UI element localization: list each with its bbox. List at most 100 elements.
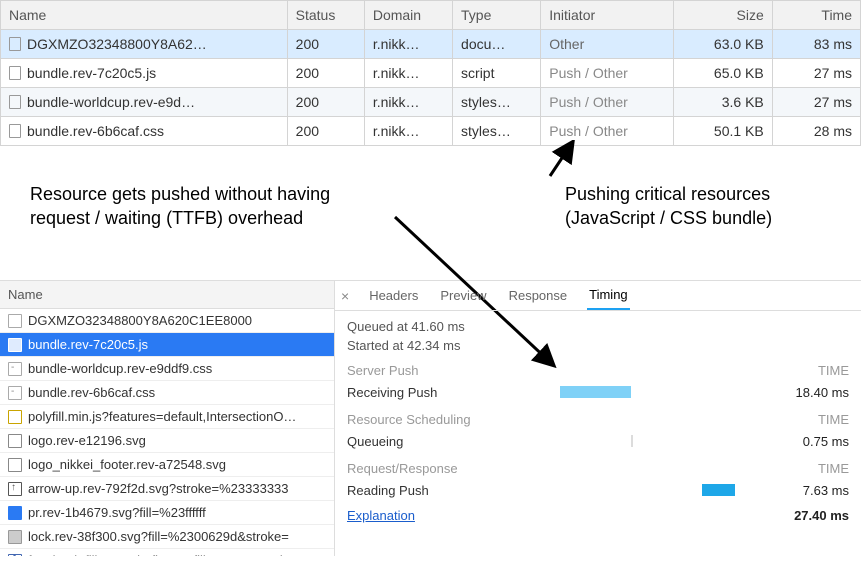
list-item[interactable]: bundle.rev-6b6caf.css (0, 381, 334, 405)
list-item[interactable]: pr.rev-1b4679.svg?fill=%23ffffff (0, 501, 334, 525)
timing-section: Resource SchedulingTIMEQueueing0.75 ms (347, 412, 849, 451)
fb-icon (8, 554, 22, 557)
list-item-label: bundle.rev-7c20c5.js (28, 337, 148, 352)
tabs: × Headers Preview Response Timing (335, 281, 861, 311)
css-icon (8, 362, 22, 376)
list-item[interactable]: lock.rev-38f300.svg?fill=%2300629d&strok… (0, 525, 334, 549)
time-heading: TIME (818, 363, 849, 378)
timing-bar-track (477, 482, 773, 498)
cell-domain: r.nikk… (364, 88, 452, 117)
table-row[interactable]: DGXMZO32348800Y8A62…200r.nikk…docu…Other… (1, 30, 861, 59)
arrow-up-icon (540, 140, 580, 180)
timing-row-label: Reading Push (347, 483, 477, 498)
cell-size: 65.0 KB (673, 59, 772, 88)
square-white-icon (8, 530, 22, 544)
annotation-left-line1: Resource gets pushed without having (30, 184, 330, 204)
timing-bar (702, 484, 735, 496)
cell-status: 200 (287, 30, 364, 59)
col-time[interactable]: Time (772, 1, 860, 30)
table-row[interactable]: bundle.rev-6b6caf.css200r.nikk…styles…Pu… (1, 117, 861, 146)
file-icon (9, 124, 21, 138)
cell-name: bundle-worldcup.rev-e9d… (1, 88, 288, 117)
cell-size: 3.6 KB (673, 88, 772, 117)
list-item[interactable]: arrow-up.rev-792f2d.svg?stroke=%23333333 (0, 477, 334, 501)
square-blue-icon (8, 506, 22, 520)
annotation-right: Pushing critical resources (JavaScript /… (565, 182, 835, 231)
network-table[interactable]: NameStatusDomainTypeInitiatorSizeTime DG… (0, 0, 861, 146)
img-icon (8, 434, 22, 448)
cell-size: 50.1 KB (673, 117, 772, 146)
col-name[interactable]: Name (1, 1, 288, 30)
col-domain[interactable]: Domain (364, 1, 452, 30)
cell-time: 28 ms (772, 117, 860, 146)
list-item[interactable]: polyfill.min.js?features=default,Interse… (0, 405, 334, 429)
file-icon (9, 37, 21, 51)
explanation-link[interactable]: Explanation (347, 508, 415, 523)
list-item[interactable]: bundle.rev-7c20c5.js (0, 333, 334, 357)
table-row[interactable]: bundle.rev-7c20c5.js200r.nikk…scriptPush… (1, 59, 861, 88)
cell-domain: r.nikk… (364, 117, 452, 146)
list-item[interactable]: facebook-fill.rev-7cbafb.svg?fill=%23006… (0, 549, 334, 556)
tab-preview[interactable]: Preview (438, 282, 488, 309)
section-title: Resource Scheduling (347, 412, 471, 427)
cell-status: 200 (287, 59, 364, 88)
cell-domain: r.nikk… (364, 30, 452, 59)
tab-response[interactable]: Response (507, 282, 570, 309)
list-item[interactable]: DGXMZO32348800Y8A620C1EE8000 (0, 309, 334, 333)
started-text: Started at 42.34 ms (347, 338, 849, 353)
annotations: Resource gets pushed without having requ… (20, 182, 841, 272)
cell-status: 200 (287, 88, 364, 117)
timing-row: Receiving Push18.40 ms (347, 382, 849, 402)
js-icon (8, 410, 22, 424)
cell-time: 27 ms (772, 59, 860, 88)
timing-section: Server Push TIME Receiving Push18.40 ms (347, 363, 849, 402)
list-item-label: DGXMZO32348800Y8A620C1EE8000 (28, 313, 252, 328)
cell-initiator: Push / Other (541, 59, 673, 88)
timing-row: Queueing0.75 ms (347, 431, 849, 451)
annotation-left: Resource gets pushed without having requ… (30, 182, 390, 231)
timing-row-label: Queueing (347, 434, 477, 449)
list-item-label: bundle.rev-6b6caf.css (28, 385, 155, 400)
timing-row: Reading Push 7.63 ms (347, 480, 849, 500)
timing-sections: Server Push TIME Receiving Push18.40 ms Res… (347, 363, 849, 500)
col-size[interactable]: Size (673, 1, 772, 30)
list-item[interactable]: logo_nikkei_footer.rev-a72548.svg (0, 453, 334, 477)
timing-row-value: 7.63 ms (773, 483, 849, 498)
list-item-label: bundle-worldcup.rev-e9ddf9.css (28, 361, 212, 376)
col-initiator[interactable]: Initiator (541, 1, 673, 30)
css-icon (8, 386, 22, 400)
list-item[interactable]: logo.rev-e12196.svg (0, 429, 334, 453)
tab-headers[interactable]: Headers (367, 282, 420, 309)
timing-row-label: Receiving Push (347, 385, 477, 400)
section-title: Server Push (347, 363, 419, 378)
col-status[interactable]: Status (287, 1, 364, 30)
section-title: Request/Response (347, 461, 458, 476)
annotation-right-line2: (JavaScript / CSS bundle) (565, 208, 772, 228)
svg-arrow-icon (8, 482, 22, 496)
list-item-label: facebook-fill.rev-7cbafb.svg?fill=%23006… (28, 553, 283, 556)
table-row[interactable]: bundle-worldcup.rev-e9d…200r.nikk…styles… (1, 88, 861, 117)
cell-time: 83 ms (772, 30, 860, 59)
file-icon (9, 95, 21, 109)
col-type[interactable]: Type (453, 1, 541, 30)
timing-total-value: 27.40 ms (794, 508, 849, 523)
file-icon (9, 66, 21, 80)
close-icon[interactable]: × (341, 288, 349, 304)
timing-bar (560, 386, 631, 398)
file-list-header: Name (0, 281, 334, 309)
queued-text: Queued at 41.60 ms (347, 319, 849, 334)
list-item-label: logo_nikkei_footer.rev-a72548.svg (28, 457, 226, 472)
list-item-label: lock.rev-38f300.svg?fill=%2300629d&strok… (28, 529, 289, 544)
list-item-label: logo.rev-e12196.svg (28, 433, 146, 448)
file-list[interactable]: Name DGXMZO32348800Y8A620C1EE8000 bundle.… (0, 281, 335, 556)
list-item[interactable]: bundle-worldcup.rev-e9ddf9.css (0, 357, 334, 381)
tab-timing[interactable]: Timing (587, 281, 630, 310)
cell-type: docu… (453, 30, 541, 59)
file-list-body: DGXMZO32348800Y8A620C1EE8000 bundle.rev-7… (0, 309, 334, 556)
cell-size: 63.0 KB (673, 30, 772, 59)
cell-time: 27 ms (772, 88, 860, 117)
timing-bar-track (477, 384, 773, 400)
annotation-left-line2: request / waiting (TTFB) overhead (30, 208, 303, 228)
cell-type: styles… (453, 117, 541, 146)
request-details: × Headers Preview Response Timing Queued at… (335, 281, 861, 556)
